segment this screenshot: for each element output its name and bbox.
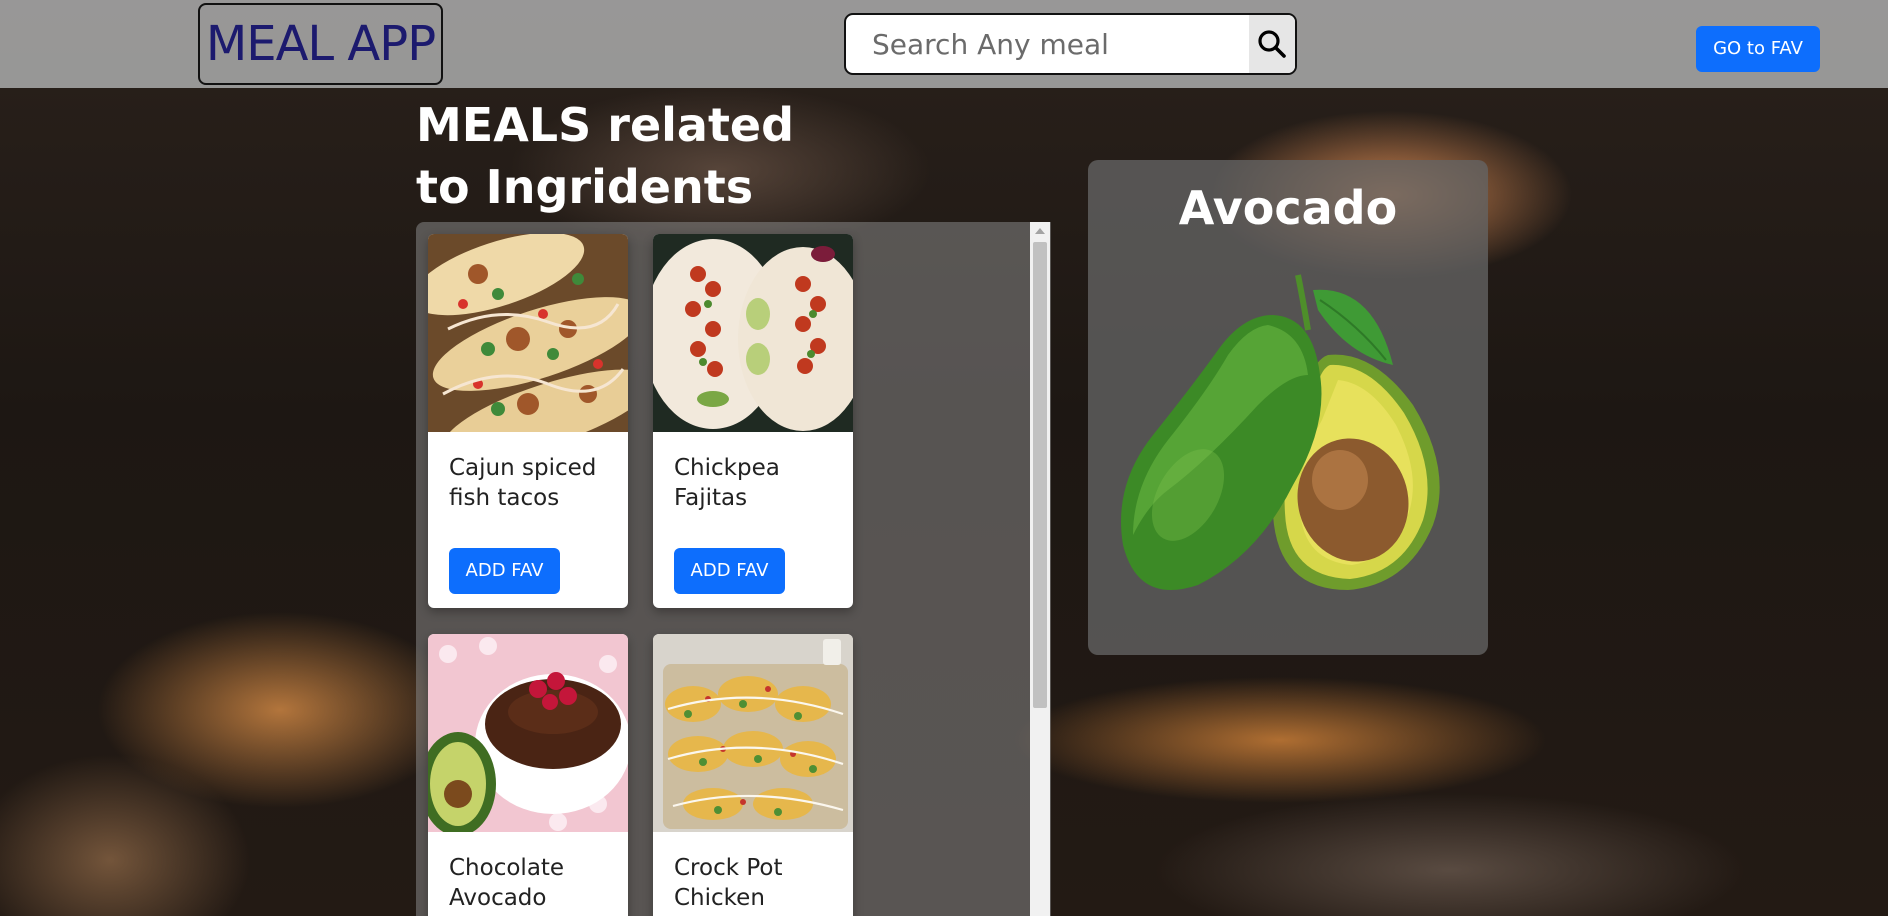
ingredient-title: Avocado (1178, 181, 1398, 235)
meal-title: Crock Pot Chicken (674, 855, 783, 911)
meal-image[interactable] (428, 234, 628, 432)
brand-logo[interactable]: MEAL APP (198, 3, 443, 85)
navbar: MEAL APP GO to FAV (0, 0, 1888, 88)
scroll-up-arrow-icon[interactable] (1035, 228, 1045, 234)
meal-card: Chickpea Fajitas ADD FAV (653, 234, 853, 608)
meal-title: Chocolate Avocado (449, 855, 565, 911)
search-bar (844, 13, 1297, 75)
meal-title: Cajun spiced fish tacos (449, 455, 597, 511)
meals-list: Cajun spiced fish tacos ADD FAV Chickpea… (416, 222, 1051, 916)
meal-image[interactable] (653, 634, 853, 832)
meals-scrollbar[interactable] (1030, 222, 1050, 916)
go-to-fav-button[interactable]: GO to FAV (1696, 26, 1820, 72)
meal-image[interactable] (653, 234, 853, 432)
meal-card: Cajun spiced fish tacos ADD FAV (428, 234, 628, 608)
meal-image[interactable] (428, 634, 628, 832)
meal-title: Chickpea Fajitas (674, 455, 780, 511)
meal-card: Crock Pot Chicken (653, 634, 853, 916)
scroll-thumb[interactable] (1033, 242, 1047, 708)
add-fav-button[interactable]: ADD FAV (674, 548, 785, 594)
search-input[interactable] (846, 15, 1249, 73)
ingredient-panel: Avocado (1088, 160, 1488, 655)
ingredient-image (1121, 274, 1440, 590)
search-button[interactable] (1249, 15, 1295, 73)
meal-card: Chocolate Avocado (428, 634, 628, 916)
add-fav-button[interactable]: ADD FAV (449, 548, 560, 594)
page-title: MEALS related to Ingridents (416, 98, 795, 214)
search-icon (1258, 30, 1286, 58)
